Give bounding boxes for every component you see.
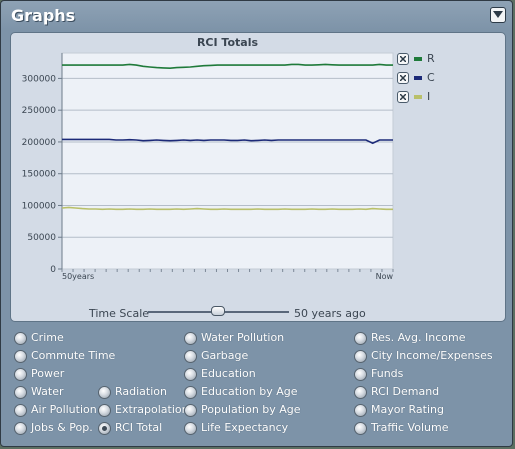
radio-button[interactable]	[184, 404, 197, 417]
graphs-window: Graphs RCI Totals 0 50000 100000 150000 20000…	[0, 0, 513, 447]
time-scale-value: 50 years ago	[294, 307, 366, 320]
option-label: RCI Demand	[371, 385, 440, 398]
y-tick-label: 0	[50, 265, 56, 275]
radio-button[interactable]	[98, 422, 111, 435]
option-label: Mayor Rating	[371, 403, 444, 416]
remove-series-button[interactable]	[397, 72, 409, 84]
option-label: Water Pollution	[201, 331, 285, 344]
radio-button[interactable]	[14, 404, 27, 417]
option-label: Res. Avg. Income	[371, 331, 466, 344]
radio-button[interactable]	[14, 368, 27, 381]
radio-button[interactable]	[14, 386, 27, 399]
radio-button[interactable]	[184, 332, 197, 345]
legend-label: I	[427, 90, 431, 103]
close-icon	[400, 56, 406, 62]
radio-button[interactable]	[14, 422, 27, 435]
radio-button[interactable]	[14, 332, 27, 345]
option-label: Population by Age	[201, 403, 301, 416]
radio-button[interactable]	[184, 368, 197, 381]
option-label: Power	[31, 367, 65, 380]
option-label: Funds	[371, 367, 404, 380]
y-tick-label: 200000	[22, 138, 57, 148]
option-label: Extrapolation	[115, 403, 189, 416]
radio-button[interactable]	[98, 404, 111, 417]
close-icon	[400, 94, 406, 100]
close-icon	[400, 75, 406, 81]
option-label: Commute Time	[31, 349, 116, 362]
option-label: City Income/Expenses	[371, 349, 493, 362]
legend-swatch	[414, 57, 422, 61]
chevron-down-icon	[493, 11, 503, 18]
legend-swatch	[414, 95, 422, 99]
radio-button[interactable]	[184, 386, 197, 399]
y-tick-label: 150000	[22, 170, 57, 180]
y-tick-label: 250000	[22, 106, 57, 116]
y-tick-label: 300000	[22, 74, 57, 84]
time-scale-label: Time Scale	[89, 307, 150, 320]
option-label: Garbage	[201, 349, 249, 362]
radio-button[interactable]	[184, 422, 197, 435]
x-tick-label-start: 50years	[62, 272, 94, 281]
radio-button[interactable]	[14, 350, 27, 363]
radio-button[interactable]	[354, 332, 367, 345]
chart-title: RCI Totals	[197, 36, 259, 49]
x-tick-label-end: Now	[376, 272, 394, 281]
option-label: Education by Age	[201, 385, 298, 398]
radio-button[interactable]	[98, 386, 111, 399]
option-label: Jobs & Pop.	[31, 421, 93, 434]
radio-button[interactable]	[354, 350, 367, 363]
option-label: Air Pollution	[31, 403, 97, 416]
option-label: Education	[201, 367, 256, 380]
option-label: Crime	[31, 331, 64, 344]
option-label: Traffic Volume	[371, 421, 449, 434]
radio-button[interactable]	[354, 422, 367, 435]
graph-panel: RCI Totals 0 50000 100000 150000 200000 250000…	[10, 32, 506, 322]
legend-label: R	[427, 52, 435, 65]
radio-button[interactable]	[354, 368, 367, 381]
remove-series-button[interactable]	[397, 91, 409, 103]
time-scale-slider-handle[interactable]	[211, 306, 225, 316]
collapse-button[interactable]	[490, 7, 506, 23]
radio-button[interactable]	[354, 386, 367, 399]
legend-label: C	[427, 71, 435, 84]
option-label: Life Expectancy	[201, 421, 289, 434]
remove-series-button[interactable]	[397, 53, 409, 65]
window-title: Graphs	[11, 6, 76, 25]
y-tick-label: 100000	[22, 201, 57, 211]
radio-button[interactable]	[184, 350, 197, 363]
radio-button[interactable]	[354, 404, 367, 417]
option-label: RCI Total	[115, 421, 163, 434]
legend-swatch	[414, 76, 422, 80]
option-label: Radiation	[115, 385, 167, 398]
y-tick-label: 50000	[27, 233, 56, 243]
plot-area	[61, 52, 394, 270]
option-label: Water	[31, 385, 64, 398]
